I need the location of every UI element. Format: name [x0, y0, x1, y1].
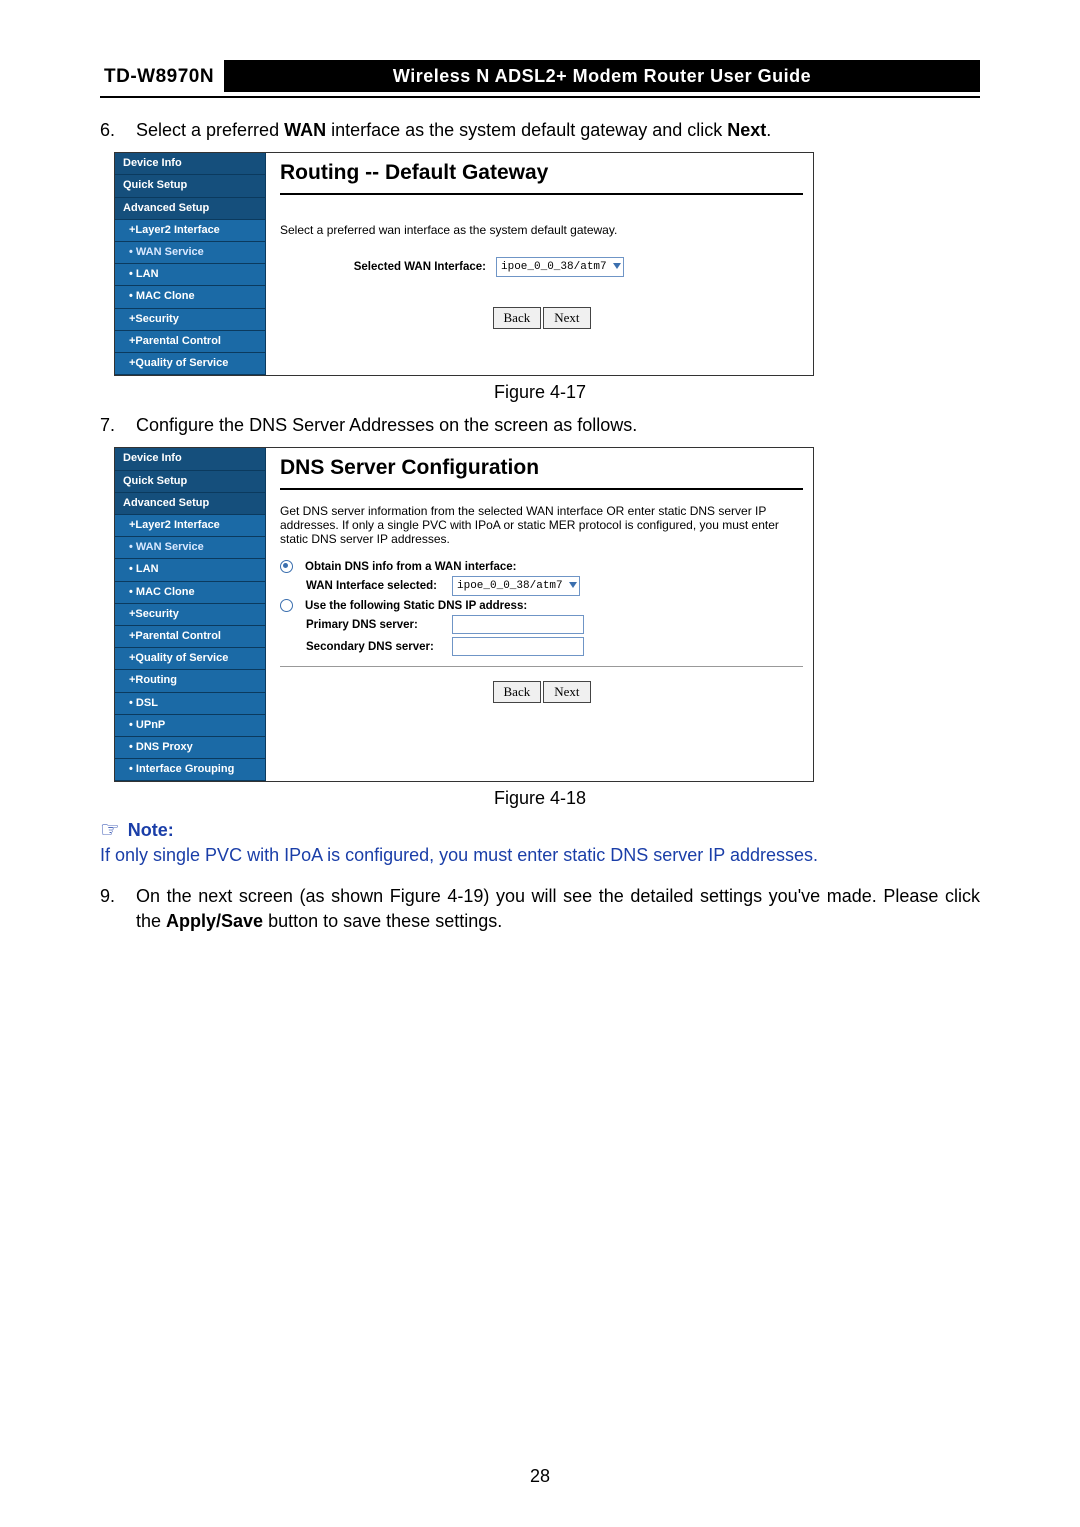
step-9-post: button to save these settings. — [263, 911, 502, 931]
nav-item[interactable]: • LAN — [115, 559, 265, 581]
step-6-b2: Next — [727, 120, 766, 140]
step-9-num: 9. — [100, 884, 136, 933]
obtain-dns-radio[interactable] — [280, 560, 293, 573]
static-dns-radio[interactable] — [280, 599, 293, 612]
step-7-num: 7. — [100, 413, 136, 437]
fig17-row-label: Selected WAN Interface: — [280, 261, 496, 273]
radio2-label: Use the following Static DNS IP address: — [299, 600, 527, 612]
wan-sel-label: WAN Interface selected: — [280, 580, 452, 592]
next-button[interactable]: Next — [543, 681, 590, 703]
back-button[interactable]: Back — [493, 307, 542, 329]
nav-item[interactable]: • MAC Clone — [115, 286, 265, 308]
figure-4-18-caption: Figure 4-18 — [100, 788, 980, 809]
nav-item[interactable]: +Layer2 Interface — [115, 220, 265, 242]
wan-interface-select[interactable]: ipoe_0_0_38/atm7 — [452, 576, 580, 596]
nav-item[interactable]: • MAC Clone — [115, 582, 265, 604]
nav-item[interactable]: • LAN — [115, 264, 265, 286]
step-6-mid: interface as the system default gateway … — [326, 120, 727, 140]
nav-item[interactable]: • DNS Proxy — [115, 737, 265, 759]
step-6-pre: Select a preferred — [136, 120, 284, 140]
nav-item[interactable]: Quick Setup — [115, 471, 265, 493]
step-9-b1: Apply/Save — [166, 911, 263, 931]
figure-4-18: Device Info Quick Setup Advanced Setup +… — [114, 447, 814, 782]
header-underline — [100, 96, 980, 98]
nav-item-active[interactable]: • WAN Service — [115, 242, 265, 264]
nav-item[interactable]: • UPnP — [115, 715, 265, 737]
secondary-dns-input[interactable] — [452, 637, 584, 656]
nav-item[interactable]: +Parental Control — [115, 331, 265, 353]
divider — [280, 193, 803, 195]
step-6-num: 6. — [100, 118, 136, 142]
nav-item[interactable]: +Quality of Service — [115, 353, 265, 375]
nav-item-active[interactable]: • WAN Service — [115, 537, 265, 559]
step-7-text: Configure the DNS Server Addresses on th… — [136, 413, 980, 437]
header-title: Wireless N ADSL2+ Modem Router User Guid… — [224, 60, 980, 92]
nav-item[interactable]: Advanced Setup — [115, 493, 265, 515]
nav-item[interactable]: +Layer2 Interface — [115, 515, 265, 537]
fig18-desc: Get DNS server information from the sele… — [280, 504, 803, 546]
next-button[interactable]: Next — [543, 307, 590, 329]
nav-item[interactable]: Device Info — [115, 448, 265, 470]
step-9-text: On the next screen (as shown Figure 4-19… — [136, 884, 980, 933]
nav-item[interactable]: +Quality of Service — [115, 648, 265, 670]
radio1-label: Obtain DNS info from a WAN interface: — [299, 561, 517, 573]
secondary-dns-label: Secondary DNS server: — [280, 641, 452, 653]
fig17-title: Routing -- Default Gateway — [280, 161, 803, 185]
primary-dns-input[interactable] — [452, 615, 584, 634]
nav-item[interactable]: +Security — [115, 604, 265, 626]
primary-dns-label: Primary DNS server: — [280, 619, 452, 631]
nav-item[interactable]: +Security — [115, 309, 265, 331]
nav-item[interactable]: Device Info — [115, 153, 265, 175]
nav-item[interactable]: Advanced Setup — [115, 198, 265, 220]
note-body: If only single PVC with IPoA is configur… — [100, 845, 980, 866]
figure-4-17-caption: Figure 4-17 — [100, 382, 980, 403]
step-6-post: . — [766, 120, 771, 140]
fig18-title: DNS Server Configuration — [280, 456, 803, 480]
nav-item[interactable]: +Parental Control — [115, 626, 265, 648]
page-number: 28 — [0, 1466, 1080, 1487]
divider — [280, 488, 803, 490]
fig17-desc: Select a preferred wan interface as the … — [280, 223, 803, 237]
wan-interface-select[interactable]: ipoe_0_0_38/atm7 — [496, 257, 624, 277]
nav-item[interactable]: +Routing — [115, 670, 265, 692]
nav-item[interactable]: • Interface Grouping — [115, 759, 265, 781]
note-icon: ☞ — [100, 819, 120, 841]
nav-item[interactable]: Quick Setup — [115, 175, 265, 197]
note-label: Note: — [128, 820, 174, 841]
fig18-nav: Device Info Quick Setup Advanced Setup +… — [115, 448, 266, 781]
divider — [280, 666, 803, 667]
header-model: TD-W8970N — [100, 60, 224, 92]
step-6-text: Select a preferred WAN interface as the … — [136, 118, 980, 142]
step-6-b1: WAN — [284, 120, 326, 140]
nav-item[interactable]: • DSL — [115, 693, 265, 715]
figure-4-17: Device Info Quick Setup Advanced Setup +… — [114, 152, 814, 376]
back-button[interactable]: Back — [493, 681, 542, 703]
fig17-nav: Device Info Quick Setup Advanced Setup +… — [115, 153, 266, 375]
